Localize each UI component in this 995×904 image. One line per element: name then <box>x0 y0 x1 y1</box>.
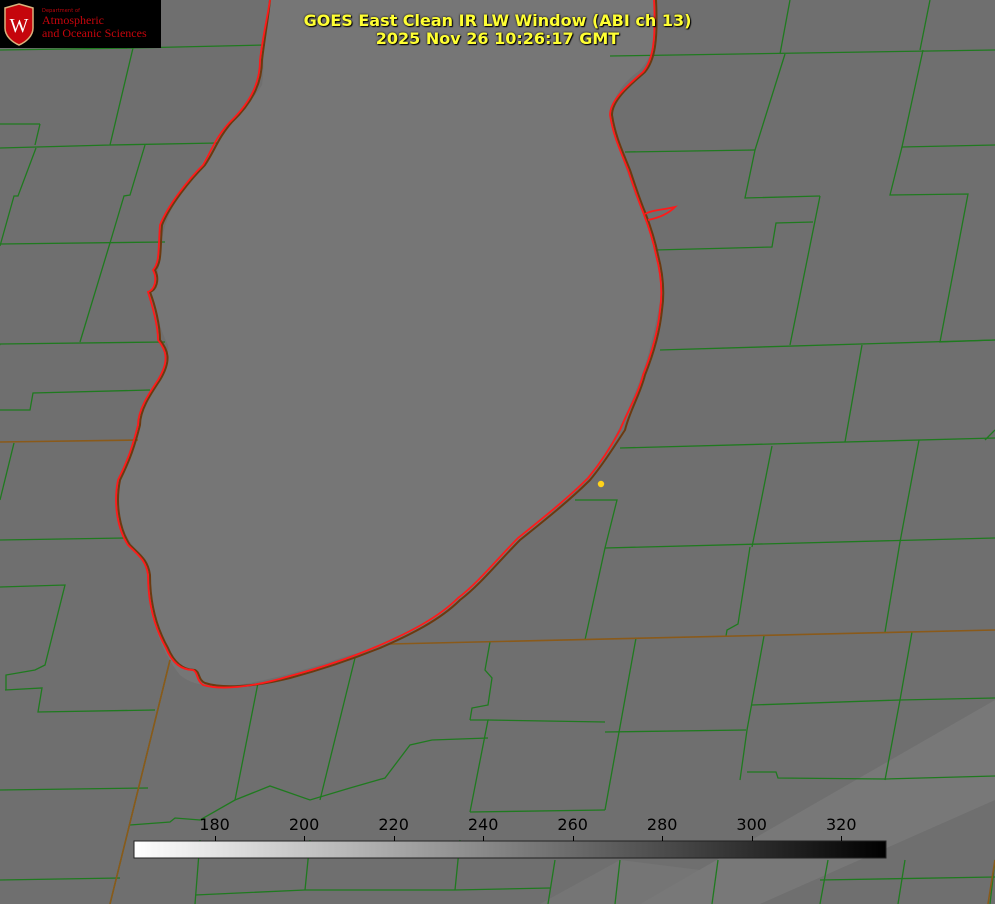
logo-text: Department of Atmospheric and Oceanic Sc… <box>42 8 147 40</box>
colorbar-tick-label: 280 <box>646 815 678 834</box>
colorbar-tick-label: 300 <box>736 815 767 834</box>
colorbar-tick-label: 200 <box>288 815 320 834</box>
colorbar-tick-mark <box>214 836 216 841</box>
uw-crest-icon: W <box>4 3 34 46</box>
location-marker[interactable] <box>597 480 605 488</box>
colorbar-tick-label: 180 <box>199 815 230 834</box>
colorbar-tick-label: 320 <box>825 815 857 834</box>
logo-line-1: Atmospheric <box>42 13 104 28</box>
title-product: GOES East Clean IR LW Window (ABI ch 13) <box>303 11 692 30</box>
colorbar-tick-mark <box>393 836 395 841</box>
colorbar-tick-mark <box>572 836 574 841</box>
colorbar-tick-mark <box>483 836 485 841</box>
colorbar-tick-mark <box>841 836 843 841</box>
colorbar-tick-label: 220 <box>378 815 409 834</box>
image-title: GOES East Clean IR LW Window (ABI ch 13)… <box>300 12 695 48</box>
satellite-map[interactable] <box>0 0 995 904</box>
colorbar <box>133 840 887 859</box>
title-timestamp: 2025 Nov 26 10:26:17 GMT <box>375 29 620 48</box>
colorbar-tick-label: 260 <box>557 815 588 834</box>
svg-text:W: W <box>10 15 29 37</box>
logo-line-2: and Oceanic Sciences <box>42 25 147 40</box>
colorbar-tick-label: 240 <box>467 815 499 834</box>
uw-aos-logo[interactable]: W Department of Atmospheric and Oceanic … <box>0 0 161 48</box>
colorbar-tick-mark <box>304 836 306 841</box>
colorbar-tick-mark <box>751 836 753 841</box>
colorbar-tick-mark <box>662 836 664 841</box>
